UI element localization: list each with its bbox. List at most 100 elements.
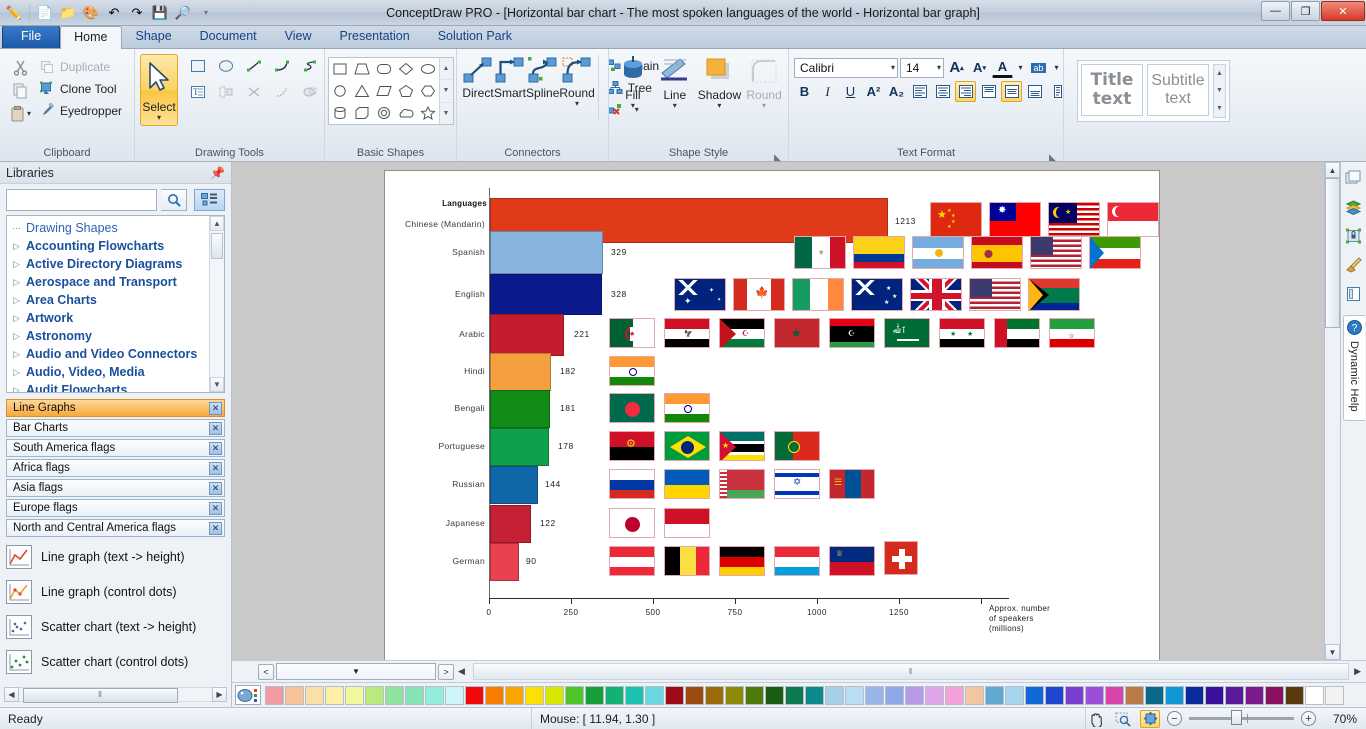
color-swatch[interactable] xyxy=(465,685,484,705)
bar[interactable] xyxy=(490,428,549,466)
font-color-dropdown[interactable]: ▾ xyxy=(1015,57,1026,78)
chevron-right-icon[interactable]: ▷ xyxy=(11,385,22,393)
flag-argentina[interactable] xyxy=(912,236,964,269)
align-right-button[interactable] xyxy=(955,81,976,102)
color-swatch[interactable] xyxy=(1125,685,1144,705)
list-item[interactable]: Line graph (text -> height) xyxy=(6,545,225,569)
tab-home[interactable]: Home xyxy=(60,26,122,49)
chevron-down-icon[interactable]: ▼ xyxy=(352,667,360,676)
libraries-horizontal-scrollbar[interactable]: ◀ ⦀ ▶ xyxy=(4,685,227,703)
color-swatch[interactable] xyxy=(805,685,824,705)
save-icon[interactable]: 💾 xyxy=(150,3,170,23)
list-item[interactable]: Scatter chart (control dots) xyxy=(6,650,225,674)
curve-tool-icon[interactable] xyxy=(269,80,295,104)
flag-morocco[interactable]: ★ xyxy=(774,318,820,348)
flag-mongolia[interactable]: ☰ xyxy=(829,469,875,499)
color-swatch[interactable] xyxy=(765,685,784,705)
color-swatch[interactable] xyxy=(885,685,904,705)
search-field[interactable] xyxy=(7,190,156,210)
flag-united-kingdom[interactable] xyxy=(910,278,962,311)
cut-icon[interactable] xyxy=(7,56,33,78)
color-swatch[interactable] xyxy=(405,685,424,705)
chevron-right-icon[interactable]: ▷ xyxy=(11,241,22,252)
color-swatch[interactable] xyxy=(625,685,644,705)
flag-israel[interactable]: ✡ xyxy=(774,469,820,499)
shape-square-icon[interactable] xyxy=(329,58,351,80)
shape-hexagon-icon[interactable] xyxy=(417,80,439,102)
bar[interactable] xyxy=(490,543,519,581)
qat-dropdown-icon[interactable]: ▾ xyxy=(196,3,216,23)
flag-saudi-arabia[interactable]: ٱللَّٰه xyxy=(884,318,930,348)
select-tool-button[interactable]: Select ▾ xyxy=(140,54,178,126)
color-swatch[interactable] xyxy=(605,685,624,705)
flag-liechtenstein[interactable]: ♕ xyxy=(829,546,875,576)
tree-item-artwork[interactable]: ▷ Artwork xyxy=(11,309,209,327)
scroll-down-icon[interactable]: ▼ xyxy=(439,80,453,103)
library-tab-bar-charts[interactable]: Bar Charts ✕ xyxy=(6,419,225,437)
chevron-down-icon[interactable]: ▾ xyxy=(762,102,766,110)
scroll-track[interactable] xyxy=(210,261,224,377)
subscript-button[interactable]: A₂ xyxy=(886,81,907,102)
color-swatch[interactable] xyxy=(1045,685,1064,705)
flag-canada[interactable]: 🍁 xyxy=(733,278,785,311)
color-swatch[interactable] xyxy=(785,685,804,705)
lock-icon[interactable] xyxy=(1344,226,1364,246)
brush-icon[interactable] xyxy=(1344,255,1364,275)
clone-tool-button[interactable]: Clone Tool xyxy=(35,78,126,99)
chevron-right-icon[interactable]: ▷ xyxy=(11,331,22,342)
flag-iran[interactable]: ۞ xyxy=(1049,318,1095,348)
search-button[interactable] xyxy=(161,189,187,211)
color-swatch[interactable] xyxy=(1105,685,1124,705)
bar[interactable] xyxy=(490,314,564,356)
basic-shapes-gallery[interactable]: ▲ ▼ ▼ xyxy=(327,57,454,125)
library-tab-south-america-flags[interactable]: South America flags ✕ xyxy=(6,439,225,457)
text-tool-icon[interactable]: T xyxy=(185,80,211,104)
color-swatch[interactable] xyxy=(745,685,764,705)
flag-singapore[interactable] xyxy=(1107,202,1159,237)
color-swatch[interactable] xyxy=(685,685,704,705)
chevron-right-icon[interactable]: ▷ xyxy=(11,313,22,324)
chevron-down-icon[interactable]: ▾ xyxy=(891,63,895,72)
page-selector[interactable]: ▼ xyxy=(276,663,436,680)
scroll-thumb[interactable]: ⦀ xyxy=(23,687,178,703)
close-icon[interactable]: ✕ xyxy=(209,501,222,515)
print-preview-icon[interactable]: 🔎 xyxy=(173,3,193,23)
color-swatch[interactable] xyxy=(425,685,444,705)
color-swatch[interactable] xyxy=(1305,685,1324,705)
flag-algeria[interactable]: ★ xyxy=(609,318,655,348)
close-button[interactable]: ✕ xyxy=(1321,1,1365,21)
chevron-right-icon[interactable]: ▷ xyxy=(11,367,22,378)
color-swatch[interactable] xyxy=(485,685,504,705)
new-document-icon[interactable]: 📄 xyxy=(35,3,55,23)
duplicate-button[interactable]: Duplicate xyxy=(35,56,126,77)
shape-triangle-icon[interactable] xyxy=(351,80,373,102)
flag-western-sahara[interactable]: ☪ xyxy=(719,318,765,348)
flag-india[interactable] xyxy=(609,356,655,386)
library-tab-asia-flags[interactable]: Asia flags ✕ xyxy=(6,479,225,497)
flag-united-arab-emirates[interactable] xyxy=(994,318,1040,348)
flag-luxembourg[interactable] xyxy=(774,546,820,576)
tree-item-astronomy[interactable]: ▷ Astronomy xyxy=(11,327,209,345)
shape-ellipse-icon[interactable] xyxy=(417,58,439,80)
color-swatch[interactable] xyxy=(705,685,724,705)
flag-india[interactable] xyxy=(664,393,710,423)
font-size-select[interactable]: 14 ▾ xyxy=(900,57,944,78)
canvas-vertical-scrollbar[interactable]: ▲ ▼ xyxy=(1324,162,1340,660)
align-bottom-button[interactable] xyxy=(1024,81,1045,102)
canvas-horizontal-scrollbar[interactable]: ⦀ xyxy=(472,663,1350,680)
chevron-right-icon[interactable]: ▷ xyxy=(11,349,22,360)
font-name-select[interactable]: Calibri ▾ xyxy=(794,57,898,78)
tree-item-accounting-flowcharts[interactable]: ▷ Accounting Flowcharts xyxy=(11,237,209,255)
tree-item-active-directory-diagrams[interactable]: ▷ Active Directory Diagrams xyxy=(11,255,209,273)
flag-belgium[interactable] xyxy=(664,546,710,576)
undo-icon[interactable]: ↶ xyxy=(104,3,124,23)
color-swatch[interactable] xyxy=(1085,685,1104,705)
flag-russia[interactable] xyxy=(609,469,655,499)
shape-style-dialog-launcher[interactable]: ◣ xyxy=(772,150,783,162)
chevron-down-icon[interactable]: ▾ xyxy=(937,63,941,72)
tab-presentation[interactable]: Presentation xyxy=(326,25,424,48)
scroll-thumb[interactable]: ⦀ xyxy=(473,664,1349,679)
color-swatch[interactable] xyxy=(325,685,344,705)
flag-indonesia[interactable] xyxy=(664,508,710,538)
chevron-down-icon[interactable]: ▾ xyxy=(717,102,721,110)
